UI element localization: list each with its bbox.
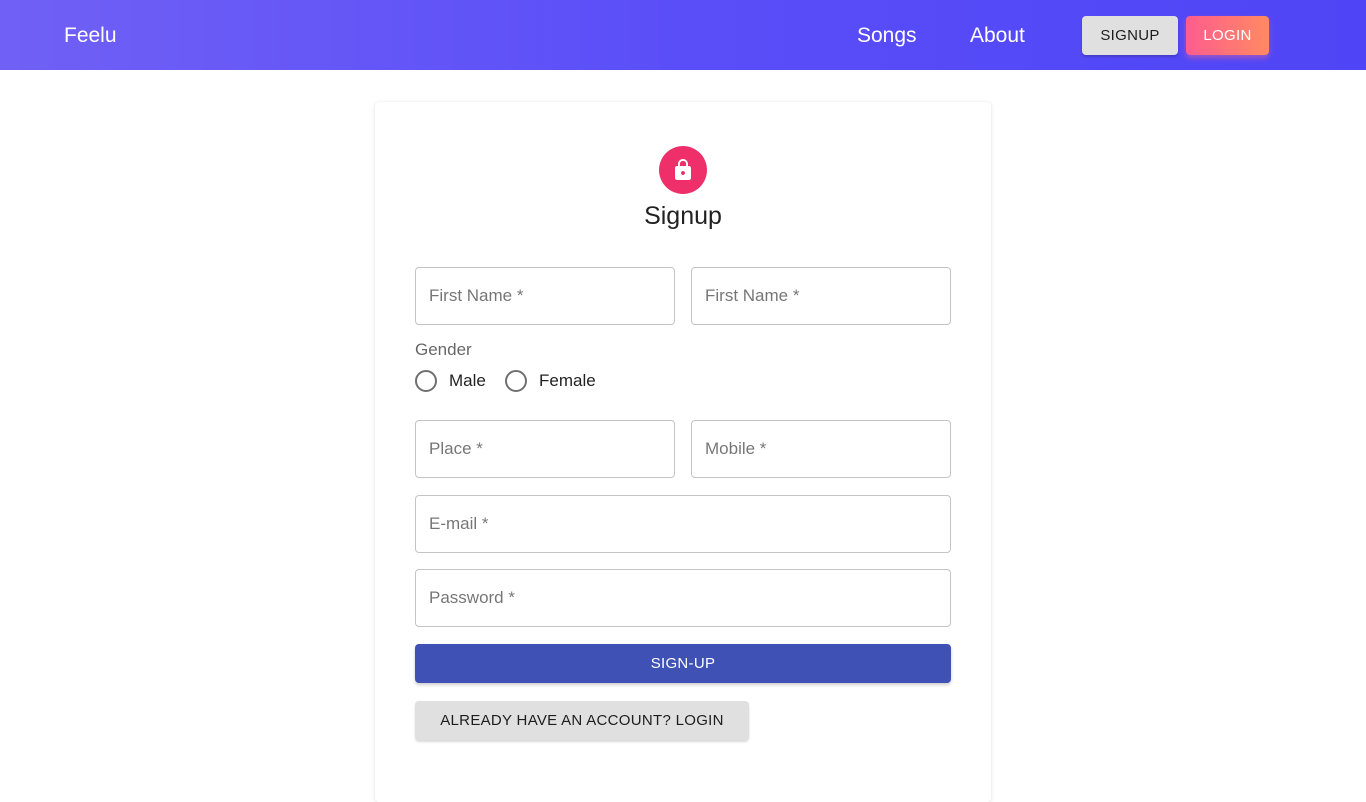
form-title: Signup: [644, 202, 722, 230]
already-have-account-login-button[interactable]: ALREADY HAVE AN ACCOUNT? LOGIN: [415, 701, 749, 740]
top-navbar: Feelu Songs About SIGNUP LOGIN: [0, 0, 1366, 70]
first-name-field[interactable]: [415, 267, 675, 325]
gender-radio-male[interactable]: Male: [415, 369, 486, 393]
place-input[interactable]: [416, 421, 674, 477]
nav-login-button[interactable]: LOGIN: [1186, 16, 1269, 55]
radio-label-male[interactable]: Male: [449, 371, 486, 391]
place-field[interactable]: [415, 420, 675, 478]
password-input[interactable]: [416, 570, 950, 626]
email-field[interactable]: [415, 495, 951, 553]
radio-label-female[interactable]: Female: [539, 371, 596, 391]
email-input[interactable]: [416, 496, 950, 552]
gender-radio-female[interactable]: Female: [505, 369, 596, 393]
lock-icon: [675, 159, 691, 180]
gender-label: Gender: [415, 340, 472, 359]
nav-signup-button[interactable]: SIGNUP: [1082, 16, 1178, 55]
mobile-input[interactable]: [692, 421, 950, 477]
radio-unchecked-icon[interactable]: [505, 370, 527, 392]
mobile-field[interactable]: [691, 420, 951, 478]
first-name-input[interactable]: [416, 268, 674, 324]
lock-avatar: [659, 146, 707, 194]
brand-logo[interactable]: Feelu: [64, 23, 117, 49]
signup-submit-button[interactable]: SIGN-UP: [415, 644, 951, 683]
second-name-field[interactable]: [691, 267, 951, 325]
password-field[interactable]: [415, 569, 951, 627]
radio-unchecked-icon[interactable]: [415, 370, 437, 392]
nav-link-songs[interactable]: Songs: [857, 23, 917, 49]
second-name-input[interactable]: [692, 268, 950, 324]
nav-link-about[interactable]: About: [970, 23, 1025, 49]
